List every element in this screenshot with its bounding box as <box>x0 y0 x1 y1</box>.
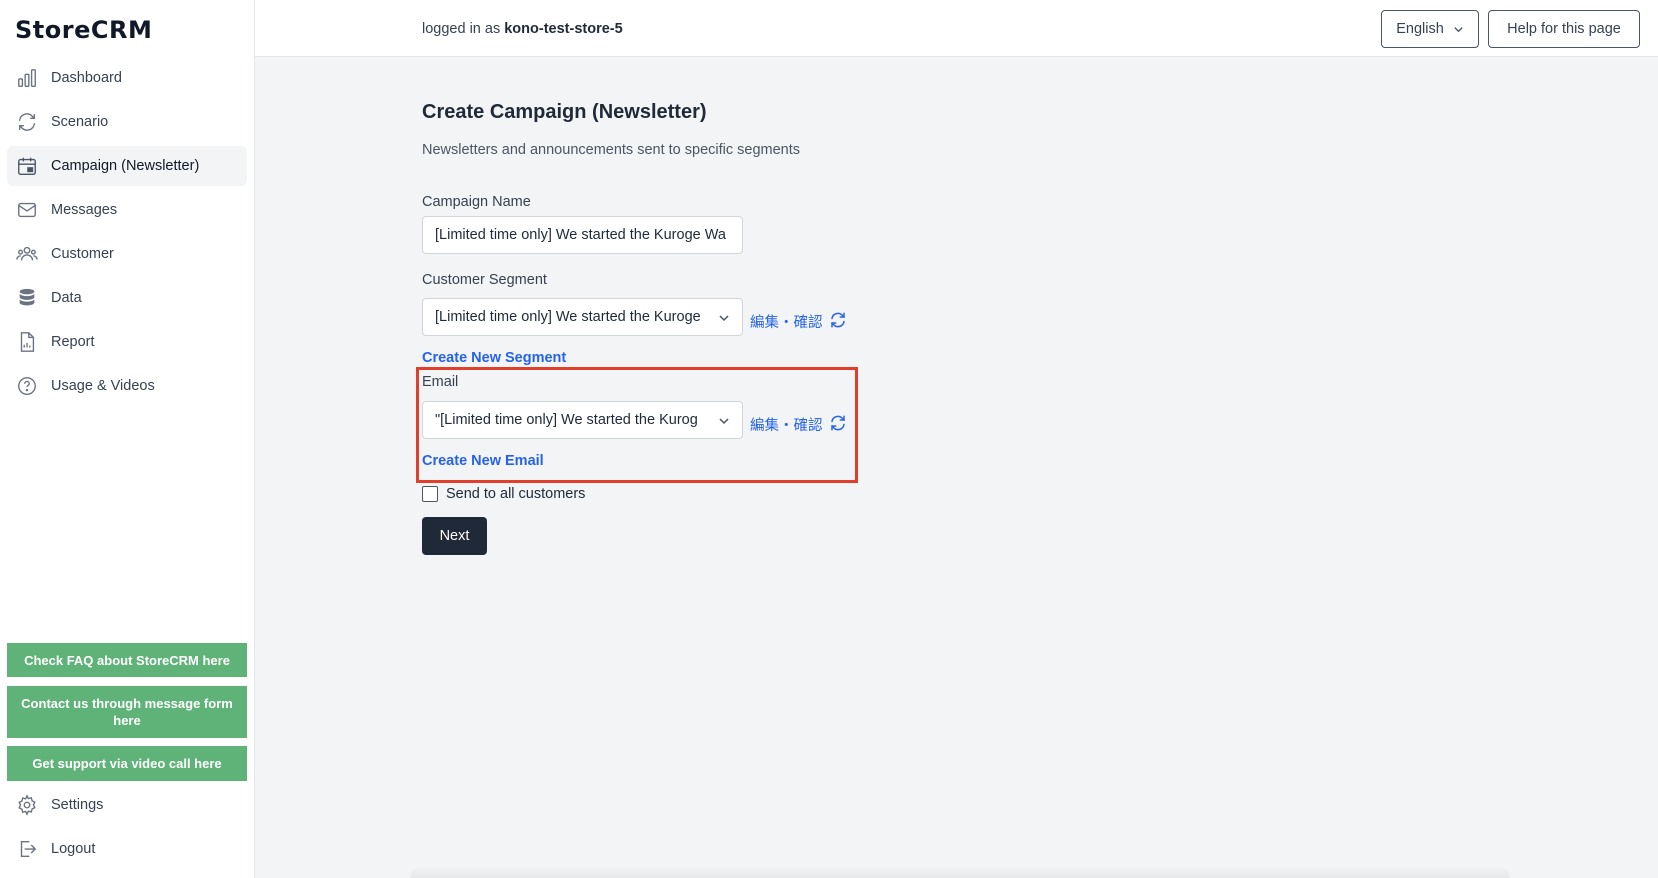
sidebar-item-campaign[interactable]: Campaign (Newsletter) <box>7 146 247 186</box>
sidebar-item-label: Campaign (Newsletter) <box>51 158 200 174</box>
sidebar-item-label: Scenario <box>51 114 109 130</box>
sidebar-item-label: Data <box>51 290 82 306</box>
sidebar-item-report[interactable]: Report <box>7 322 247 362</box>
sidebar-item-label: Logout <box>51 841 96 857</box>
sidebar-item-scenario[interactable]: Scenario <box>7 102 247 142</box>
customer-segment-select[interactable]: [Limited time only] We started the Kurog… <box>422 298 743 336</box>
customer-segment-label: Customer Segment <box>422 272 547 288</box>
database-icon <box>16 287 38 309</box>
create-new-email-link[interactable]: Create New Email <box>422 453 544 469</box>
language-label: English <box>1396 21 1444 37</box>
logged-in-prefix: logged in as <box>422 21 501 37</box>
email-edit-link[interactable]: 編集・確認 <box>750 414 823 435</box>
app-logo[interactable]: StoreCRM <box>15 16 152 44</box>
sidebar-item-label: Usage & Videos <box>51 378 155 394</box>
username: kono-test-store-5 <box>504 21 623 37</box>
chevron-down-icon <box>719 315 729 322</box>
contact-form-button[interactable]: Contact us through message form here <box>7 686 247 738</box>
sidebar-item-label: Customer <box>51 246 114 262</box>
send-all-checkbox[interactable] <box>422 486 438 502</box>
language-select[interactable]: English <box>1381 10 1479 48</box>
bar-chart-icon <box>16 67 38 89</box>
document-chart-icon <box>16 331 38 353</box>
sidebar: StoreCRM Dashboard Scenario Campaign (Ne… <box>0 0 255 878</box>
video-support-button[interactable]: Get support via video call here <box>7 746 247 781</box>
page-title: Create Campaign (Newsletter) <box>422 101 707 123</box>
refresh-icon[interactable] <box>829 414 847 432</box>
refresh-icon[interactable] <box>829 311 847 329</box>
top-header: logged in as kono-test-store-5 English H… <box>255 0 1658 57</box>
sidebar-item-label: Report <box>51 334 95 350</box>
calendar-icon <box>16 155 38 177</box>
chevron-down-icon <box>1454 26 1463 32</box>
question-circle-icon <box>16 375 38 397</box>
logged-in-status: logged in as kono-test-store-5 <box>422 21 623 37</box>
sidebar-item-dashboard[interactable]: Dashboard <box>7 58 247 98</box>
sidebar-item-data[interactable]: Data <box>7 278 247 318</box>
cycle-arrows-icon <box>16 111 38 133</box>
sidebar-item-label: Settings <box>51 797 104 813</box>
bottom-shadow <box>410 866 1510 878</box>
faq-button[interactable]: Check FAQ about StoreCRM here <box>7 643 247 677</box>
sidebar-item-settings[interactable]: Settings <box>7 785 247 825</box>
campaign-name-label: Campaign Name <box>422 194 531 210</box>
chevron-down-icon <box>719 418 729 425</box>
sidebar-item-customer[interactable]: Customer <box>7 234 247 274</box>
email-value: "[Limited time only] We started the Kuro… <box>435 412 698 428</box>
envelope-icon <box>16 199 38 221</box>
logout-icon <box>16 838 38 860</box>
email-select[interactable]: "[Limited time only] We started the Kuro… <box>422 401 743 439</box>
next-button[interactable]: Next <box>422 517 487 555</box>
send-all-label[interactable]: Send to all customers <box>446 486 585 502</box>
sidebar-nav: Dashboard Scenario Campaign (Newsletter)… <box>7 58 247 410</box>
email-label: Email <box>422 374 459 390</box>
customer-segment-value: [Limited time only] We started the Kurog… <box>435 309 701 325</box>
sidebar-item-messages[interactable]: Messages <box>7 190 247 230</box>
settings-nav: Settings <box>7 785 247 829</box>
segment-edit-link[interactable]: 編集・確認 <box>750 311 823 332</box>
sidebar-item-usage-videos[interactable]: Usage & Videos <box>7 366 247 406</box>
logout-nav: Logout <box>7 829 247 873</box>
create-new-segment-link[interactable]: Create New Segment <box>422 350 566 366</box>
sidebar-item-label: Dashboard <box>51 70 122 86</box>
page-description: Newsletters and announcements sent to sp… <box>422 142 801 158</box>
help-page-button[interactable]: Help for this page <box>1488 10 1640 48</box>
campaign-name-input[interactable] <box>422 216 743 254</box>
gear-icon <box>16 794 38 816</box>
send-all-row: Send to all customers <box>422 486 585 502</box>
sidebar-item-label: Messages <box>51 202 118 218</box>
users-icon <box>16 243 38 265</box>
sidebar-item-logout[interactable]: Logout <box>7 829 247 869</box>
